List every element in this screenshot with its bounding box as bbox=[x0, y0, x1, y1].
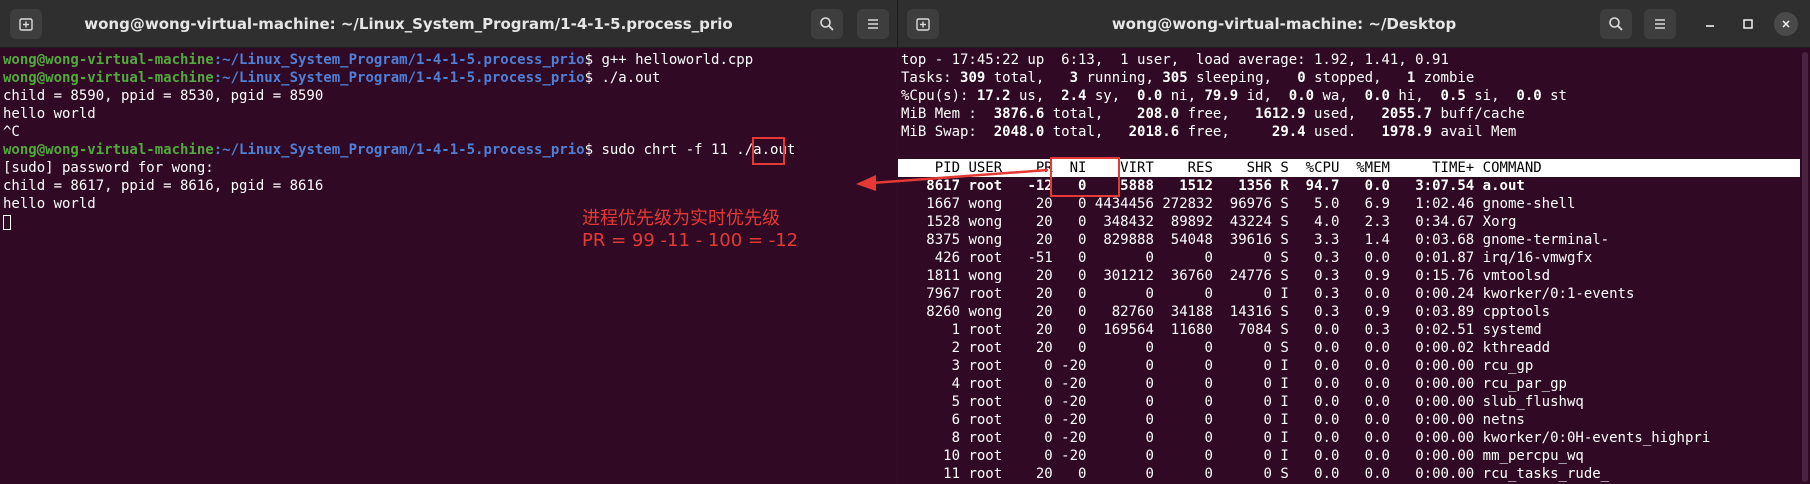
annotation-arrow bbox=[856, 168, 1049, 191]
